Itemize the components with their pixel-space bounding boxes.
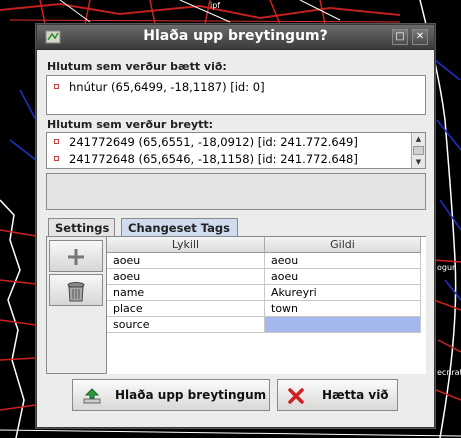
- tag-value-cell-editing[interactable]: [265, 317, 421, 333]
- column-header-value[interactable]: Gildi: [265, 237, 421, 253]
- list-item[interactable]: 241772649 (65,6551, -18,0912) [id: 241.7…: [47, 135, 425, 151]
- tag-value-cell[interactable]: town: [265, 301, 421, 317]
- cancel-button[interactable]: Hætta við: [277, 379, 398, 411]
- scroll-up-arrow-icon[interactable]: ▲: [412, 133, 425, 145]
- node-icon: [54, 139, 59, 144]
- add-tag-button[interactable]: [49, 240, 103, 272]
- upload-icon: [83, 388, 101, 404]
- modified-objects-list[interactable]: 241772649 (65,6551, -18,0912) [id: 241.7…: [46, 132, 426, 169]
- tags-table[interactable]: Lykill Gildi aoeu aeou aoeu aoeu name Ak…: [106, 237, 426, 374]
- map-street-label: ecnrat: [437, 368, 461, 377]
- map-street-label: ipf: [210, 1, 221, 10]
- tag-key-cell[interactable]: aoeu: [107, 269, 265, 285]
- tag-key-cell[interactable]: place: [107, 301, 265, 317]
- cancel-label: Hætta við: [322, 388, 389, 402]
- map-street-label: ogur: [437, 263, 456, 272]
- maximize-button[interactable]: □: [392, 29, 408, 45]
- scroll-thumb[interactable]: [413, 146, 424, 155]
- tag-key-cell[interactable]: name: [107, 285, 265, 301]
- tag-key-cell[interactable]: source: [107, 317, 265, 333]
- trash-icon: [67, 282, 85, 302]
- tag-value-cell[interactable]: aeou: [265, 253, 421, 269]
- node-icon: [54, 84, 59, 89]
- tab-changeset-tags[interactable]: Changeset Tags: [121, 218, 238, 237]
- list-item[interactable]: 241772648 (65,6546, -18,1158) [id: 241.7…: [47, 152, 425, 168]
- empty-panel: [46, 173, 426, 210]
- added-objects-label: Hlutum sem verður bætt við:: [47, 60, 227, 73]
- table-row[interactable]: aoeu aoeu: [107, 269, 421, 285]
- table-row[interactable]: place town: [107, 301, 421, 317]
- modified-objects-label: Hlutum sem verður breytt:: [47, 118, 214, 131]
- node-icon: [54, 156, 59, 161]
- tag-value-cell[interactable]: Akureyri: [265, 285, 421, 301]
- list-item[interactable]: hnútur (65,6499, -18,1187) [id: 0]: [47, 80, 425, 96]
- table-row[interactable]: name Akureyri: [107, 285, 421, 301]
- modified-list-scrollbar[interactable]: ▲ ▼: [411, 133, 425, 168]
- delete-tag-button[interactable]: [49, 274, 103, 306]
- upload-dialog: Hlaða upp breytingum? □ ✕ Hlutum sem ver…: [36, 24, 435, 428]
- tab-settings[interactable]: Settings: [48, 218, 115, 236]
- changeset-tags-panel: Lykill Gildi aoeu aeou aoeu aoeu name Ak…: [46, 236, 426, 374]
- close-button[interactable]: ✕: [412, 29, 428, 45]
- table-header: Lykill Gildi: [107, 237, 426, 253]
- scroll-down-arrow-icon[interactable]: ▼: [412, 156, 425, 168]
- added-objects-list[interactable]: hnútur (65,6499, -18,1187) [id: 0]: [46, 75, 426, 115]
- column-header-key[interactable]: Lykill: [107, 237, 265, 253]
- title-bar[interactable]: Hlaða upp breytingum? □ ✕: [37, 25, 434, 50]
- table-row[interactable]: source: [107, 317, 421, 333]
- upload-changes-label: Hlaða upp breytingum: [115, 388, 267, 402]
- dialog-title: Hlaða upp breytingum?: [143, 28, 328, 44]
- upload-changes-button[interactable]: Hlaða upp breytingum: [72, 379, 270, 411]
- cancel-x-icon: [288, 388, 304, 404]
- tag-value-cell[interactable]: aoeu: [265, 269, 421, 285]
- tag-key-cell[interactable]: aoeu: [107, 253, 265, 269]
- table-row[interactable]: aoeu aeou: [107, 253, 421, 269]
- plus-icon: [68, 249, 84, 265]
